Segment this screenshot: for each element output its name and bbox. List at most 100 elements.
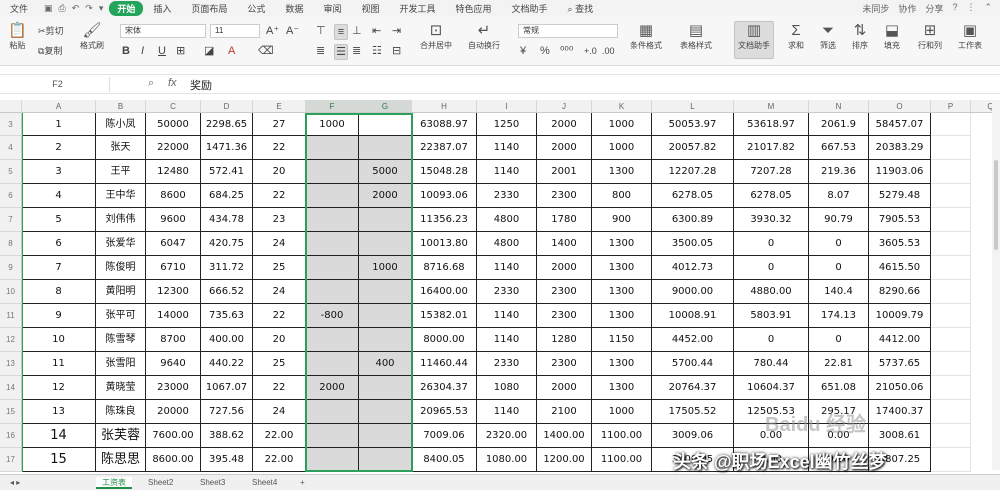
- table-cell[interactable]: 1140: [477, 328, 537, 352]
- table-cell[interactable]: 3009.06: [652, 424, 734, 448]
- table-cell[interactable]: 22000: [146, 136, 201, 160]
- table-cell[interactable]: [359, 208, 412, 232]
- sheet-nav-icon[interactable]: ◂ ▸: [4, 477, 26, 489]
- help-icon[interactable]: ?: [952, 2, 957, 15]
- table-cell[interactable]: 5737.65: [869, 352, 931, 376]
- table-cell[interactable]: 4880.00: [734, 280, 809, 304]
- table-cell[interactable]: 6: [22, 232, 96, 256]
- table-cell[interactable]: 2300: [537, 352, 592, 376]
- row-header[interactable]: 13: [0, 352, 22, 376]
- table-cell[interactable]: 1100.00: [592, 448, 652, 472]
- align-center-icon[interactable]: ☰: [334, 44, 348, 60]
- table-cell[interactable]: 24: [253, 400, 306, 424]
- redo-icon[interactable]: ↷: [85, 3, 93, 14]
- more-icon[interactable]: ⋮: [966, 2, 975, 15]
- collab-button[interactable]: 协作: [898, 2, 916, 15]
- row-header[interactable]: 10: [0, 280, 22, 304]
- table-cell[interactable]: [306, 280, 359, 304]
- table-cell[interactable]: 1140: [477, 160, 537, 184]
- vertical-scrollbar[interactable]: [992, 100, 1000, 470]
- indent-right-icon[interactable]: ⇥: [392, 24, 401, 38]
- table-cell[interactable]: 9: [22, 304, 96, 328]
- table-cell[interactable]: 王平: [96, 160, 146, 184]
- tab-view[interactable]: 视图: [351, 2, 389, 15]
- table-cell[interactable]: 7600.00: [146, 424, 201, 448]
- table-cell[interactable]: [306, 352, 359, 376]
- row-header[interactable]: 15: [0, 400, 22, 424]
- table-cell[interactable]: 900: [592, 208, 652, 232]
- table-cell[interactable]: 434.78: [201, 208, 253, 232]
- tab-doc-helper[interactable]: 文档助手: [502, 2, 558, 15]
- table-cell[interactable]: 20965.53: [412, 400, 477, 424]
- table-cell[interactable]: 张爱华: [96, 232, 146, 256]
- table-cell[interactable]: 2000: [537, 376, 592, 400]
- table-cell[interactable]: [359, 424, 412, 448]
- table-cell[interactable]: 1000: [592, 400, 652, 424]
- table-cell[interactable]: 780.44: [734, 352, 809, 376]
- save-icon[interactable]: ▣: [44, 3, 53, 14]
- table-cell[interactable]: 4452.00: [652, 328, 734, 352]
- empty-cell[interactable]: [931, 184, 971, 208]
- tab-data[interactable]: 数据: [275, 2, 313, 15]
- col-header-F[interactable]: F: [306, 100, 359, 113]
- table-cell[interactable]: 9640: [146, 352, 201, 376]
- name-box[interactable]: F2: [6, 77, 110, 92]
- table-cell[interactable]: 15048.28: [412, 160, 477, 184]
- table-cell[interactable]: 2300: [537, 280, 592, 304]
- table-cell[interactable]: 21017.82: [734, 136, 809, 160]
- table-cell[interactable]: 1067.07: [201, 376, 253, 400]
- table-cell[interactable]: [306, 400, 359, 424]
- table-cell[interactable]: 140.4: [809, 280, 869, 304]
- row-header[interactable]: 7: [0, 208, 22, 232]
- table-cell[interactable]: 6710: [146, 256, 201, 280]
- col-header-N[interactable]: N: [809, 100, 869, 113]
- table-cell[interactable]: 10: [22, 328, 96, 352]
- row-header[interactable]: 8: [0, 232, 22, 256]
- table-cell[interactable]: 12480: [146, 160, 201, 184]
- worksheet-button[interactable]: ▣ 工作表: [958, 22, 982, 51]
- table-cell[interactable]: 1140: [477, 400, 537, 424]
- table-cell[interactable]: 1200.00: [537, 448, 592, 472]
- search-box[interactable]: ⌕ 查找: [558, 2, 604, 15]
- table-cell[interactable]: 2000: [537, 113, 592, 136]
- table-cell[interactable]: 6278.05: [734, 184, 809, 208]
- table-cell[interactable]: 5: [22, 208, 96, 232]
- table-cell[interactable]: 651.08: [809, 376, 869, 400]
- table-cell[interactable]: [359, 232, 412, 256]
- table-cell[interactable]: 219.36: [809, 160, 869, 184]
- row-col-button[interactable]: ⊞ 行和列: [918, 22, 942, 51]
- table-cell[interactable]: 1300: [592, 376, 652, 400]
- sync-status[interactable]: 未同步: [862, 2, 889, 15]
- decimal-decrease-icon[interactable]: .00: [602, 44, 615, 58]
- table-cell[interactable]: 1080.00: [477, 448, 537, 472]
- empty-cell[interactable]: [931, 376, 971, 400]
- tab-page-layout[interactable]: 页面布局: [181, 2, 237, 15]
- table-cell[interactable]: 2330: [477, 352, 537, 376]
- col-header-D[interactable]: D: [201, 100, 253, 113]
- table-cell[interactable]: 15382.01: [412, 304, 477, 328]
- align-top-icon[interactable]: ⊤: [316, 24, 326, 38]
- table-cell[interactable]: 2: [22, 136, 96, 160]
- table-cell[interactable]: 2000: [537, 256, 592, 280]
- table-cell[interactable]: [359, 136, 412, 160]
- underline-icon[interactable]: U: [158, 44, 166, 58]
- table-cell[interactable]: 1400.00: [537, 424, 592, 448]
- table-cell[interactable]: 20: [253, 160, 306, 184]
- table-cell[interactable]: 陈俊明: [96, 256, 146, 280]
- table-cell[interactable]: 20: [253, 328, 306, 352]
- percent-icon[interactable]: %: [540, 44, 550, 58]
- table-cell[interactable]: 24: [253, 280, 306, 304]
- align-bottom-icon[interactable]: ⊥: [352, 24, 362, 38]
- table-cell[interactable]: 23000: [146, 376, 201, 400]
- table-cell[interactable]: 陈小凤: [96, 113, 146, 136]
- table-cell[interactable]: 24: [253, 232, 306, 256]
- col-header-C[interactable]: C: [146, 100, 201, 113]
- empty-cell[interactable]: [931, 160, 971, 184]
- empty-cell[interactable]: [931, 280, 971, 304]
- table-cell[interactable]: 7: [22, 256, 96, 280]
- table-cell[interactable]: 20000: [146, 400, 201, 424]
- table-cell[interactable]: 10008.91: [652, 304, 734, 328]
- table-cell[interactable]: 6300.89: [652, 208, 734, 232]
- table-cell[interactable]: 12207.28: [652, 160, 734, 184]
- table-cell[interactable]: 420.75: [201, 232, 253, 256]
